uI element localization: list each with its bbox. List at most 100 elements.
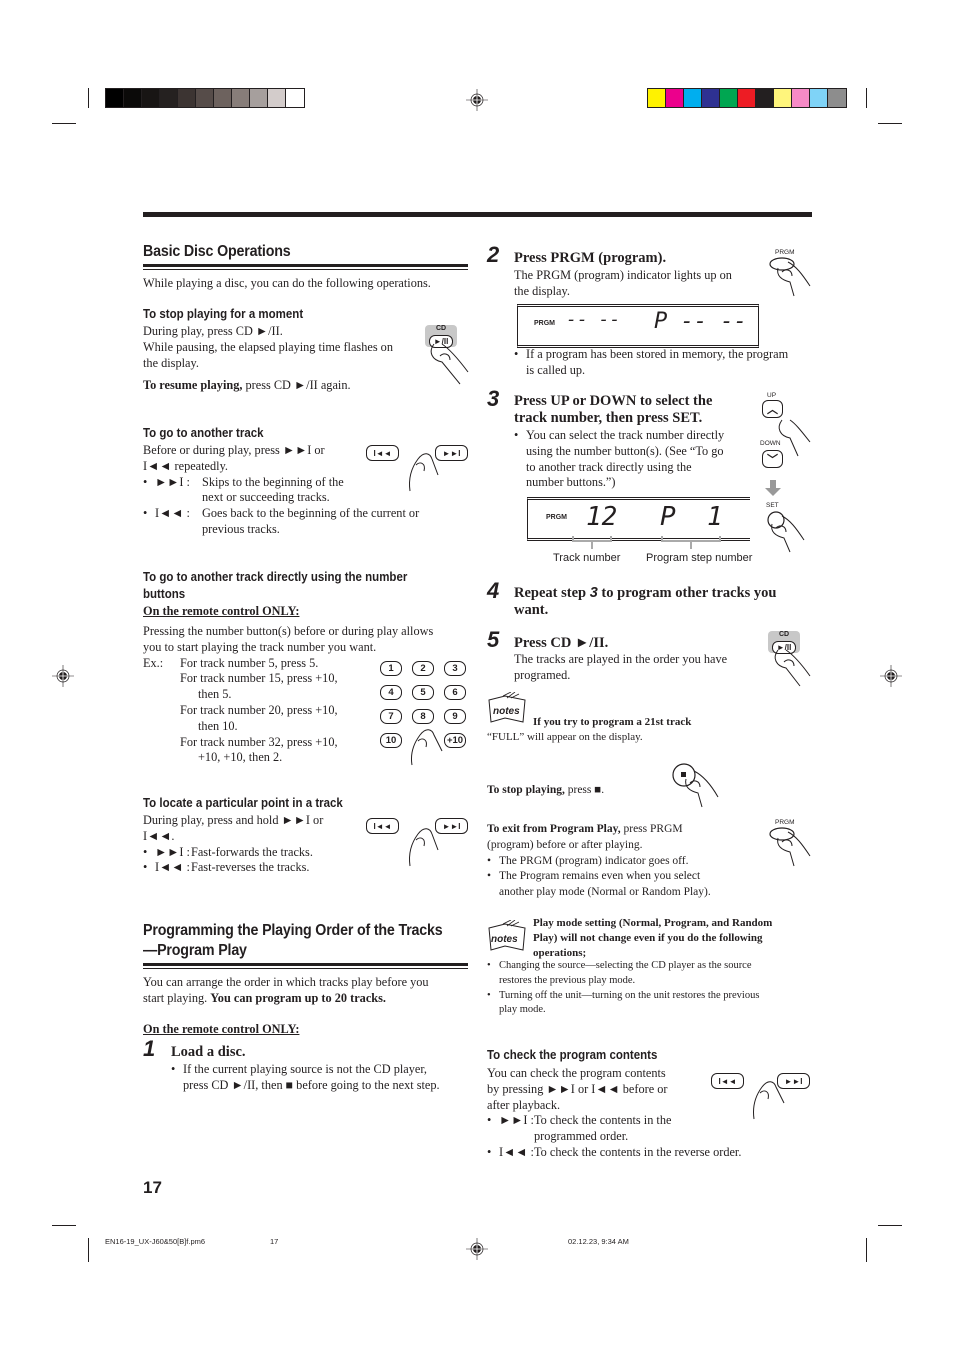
resume-label: To resume playing,	[143, 378, 243, 393]
bracket-track	[572, 536, 612, 549]
cmyk-color-bar	[647, 88, 847, 108]
example: For track number 5, press 5.	[180, 655, 319, 670]
section-title-program-play-2: —Program Play	[143, 942, 247, 959]
text-line: The tracks are played in the order you h…	[514, 652, 728, 666]
heading-direct-track-2: buttons	[143, 587, 186, 601]
title-line: track number, then press SET.	[514, 410, 703, 426]
bullet: •	[143, 474, 148, 489]
text-line: previous tracks.	[202, 521, 280, 536]
remote-only-label: On the remote control ONLY:	[143, 1022, 299, 1038]
example: For track number 20, press +10,	[180, 702, 338, 717]
step-4-title: Repeat step 3 to program other tracks yo…	[514, 585, 814, 619]
example: For track number 15, press +10,	[180, 671, 338, 686]
note-1-heading: If you try to program a 21st track	[533, 716, 692, 728]
step-number-2: 2	[487, 242, 500, 267]
bullet: •	[487, 854, 492, 867]
bullet: •	[143, 844, 148, 859]
title-line: Press UP or DOWN to select the	[514, 393, 713, 409]
set-button-label: SET	[766, 502, 779, 509]
bullet: •	[514, 428, 519, 442]
prgm-indicator: PRGM	[534, 320, 555, 327]
text-line: programmed order.	[534, 1129, 629, 1144]
symbol: I◄◄ :	[155, 506, 190, 521]
color-swatch	[106, 89, 124, 107]
number-button-2: 2	[412, 661, 434, 676]
registration-mark-icon	[466, 1238, 488, 1260]
list-item: • You can select the track number directl…	[514, 428, 754, 491]
stop-label: To stop playing,	[487, 784, 565, 796]
crop-mark	[52, 123, 76, 124]
symbol: ►►I :	[155, 844, 190, 859]
text-line: While pausing, the elapsed playing time …	[143, 339, 393, 354]
ex-label: Ex.:	[143, 655, 164, 670]
up-button-illustration: ︿	[762, 400, 783, 418]
step-3-bullet: • You can select the track number directl…	[514, 428, 754, 491]
example-cont: then 5.	[198, 687, 232, 702]
text-line: Changing the source—selecting the CD pla…	[499, 960, 752, 971]
bullet: •	[487, 1113, 492, 1128]
color-swatch	[756, 89, 774, 107]
color-swatch	[774, 89, 792, 107]
title-part: Repeat step	[514, 585, 590, 601]
text-line: next or succeeding tracks.	[202, 490, 330, 505]
chevron-up-icon: ︿	[767, 404, 778, 416]
lcd-display-prgm: PRGM -- -- P -- --	[517, 304, 759, 348]
title-line: Repeat step 3 to program other tracks yo…	[514, 585, 814, 602]
list-item: • The Program remains even when you selec…	[487, 869, 747, 901]
text-line: If the current playing source is not the…	[183, 1062, 428, 1076]
text-line: using the number button(s). (See “To go	[526, 443, 724, 458]
section-title-basic-disc-operations: Basic Disc Operations	[143, 243, 291, 260]
slug-page: 17	[270, 1237, 279, 1246]
finger-press-icon	[774, 649, 811, 687]
bracket-step	[661, 536, 721, 549]
heading-stop-moment: To stop playing for a moment	[143, 307, 304, 321]
crop-mark	[878, 123, 902, 124]
lcd-display-track-step: PRGM 12 P 1	[527, 497, 750, 541]
track-number-segment: 12	[586, 502, 618, 532]
arrow-down-icon	[765, 480, 781, 496]
heading-check-program: To check the program contents	[487, 1048, 658, 1062]
caption-track-number: Track number	[553, 552, 621, 564]
list-item: • ►►I : Skips to the beginning of the next …	[143, 475, 443, 507]
crop-mark	[866, 1238, 867, 1262]
text-line: Play) will not change even if you do the…	[533, 932, 763, 944]
heading-another-track: To go to another track	[143, 426, 264, 440]
step-number-4: 4	[487, 578, 500, 603]
step-2-title: Press PRGM (program).	[514, 250, 667, 266]
number-button-10: 10	[380, 733, 402, 748]
text-line: programed.	[514, 667, 571, 682]
bullet: •	[487, 870, 492, 883]
intro-bold: You can program up to 20 tracks.	[210, 990, 386, 1005]
stop-button-finger-icon	[672, 763, 719, 808]
registration-mark-icon	[52, 665, 74, 687]
program-step-segment: P 1	[660, 502, 723, 532]
list-item: • Changing the source—selecting the CD pl…	[487, 959, 807, 989]
color-swatch	[666, 89, 684, 107]
text-line: Goes back to the beginning of the curren…	[202, 506, 420, 521]
number-button-5: 5	[412, 685, 434, 700]
color-swatch	[828, 89, 846, 107]
title-line: want.	[514, 602, 549, 618]
example-cont: +10, +10, then 2.	[198, 750, 283, 765]
crop-mark	[866, 88, 867, 108]
text-line: (program) before or after playing.	[487, 838, 643, 851]
down-button-label: DOWN	[760, 440, 781, 447]
bullet: •	[487, 960, 491, 971]
step-1-title: Load a disc.	[171, 1044, 246, 1060]
prgm-button-label: PRGM	[775, 249, 795, 256]
number-button-6: 6	[444, 685, 466, 700]
intro-text: start playing.	[143, 990, 211, 1005]
grayscale-color-bar	[105, 88, 305, 108]
text-line: another play mode (Normal or Random Play…	[499, 886, 711, 899]
bullet: •	[514, 347, 519, 361]
track-segment: -- --	[566, 309, 621, 330]
color-swatch	[702, 89, 720, 107]
text-line: press CD ►/II, then ■ before going to th…	[183, 1077, 440, 1092]
text-line: To exit from Program Play, press PRGM	[487, 822, 747, 838]
cd-label: CD	[778, 631, 790, 638]
text-line: During play, press CD ►/II.	[143, 324, 283, 338]
number-button-3: 3	[444, 661, 466, 676]
item-text: Fast-reverses the tracks.	[191, 860, 310, 875]
color-swatch	[178, 89, 196, 107]
remote-only-text: On the remote control ONLY:	[143, 604, 300, 618]
